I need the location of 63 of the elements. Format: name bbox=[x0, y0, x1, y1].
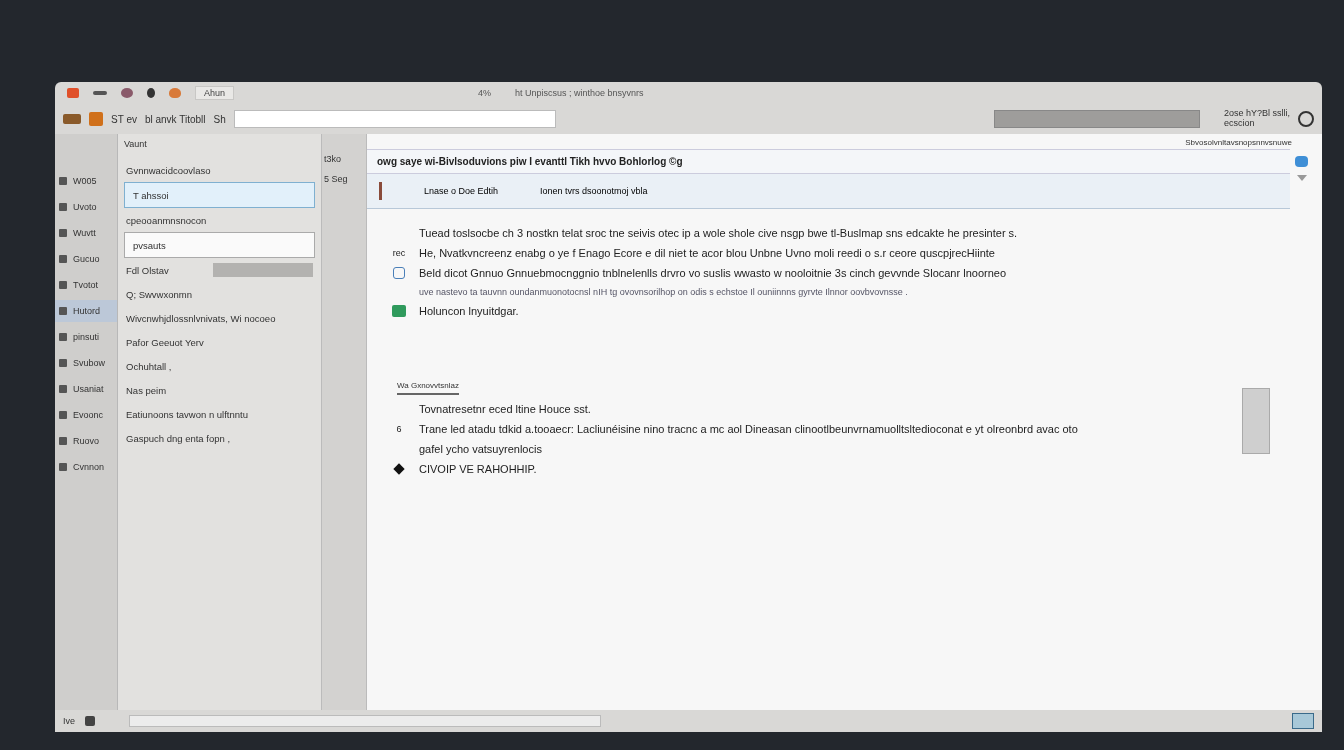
body-text: He, Nvatkvncreenz enabg o ye f Enago Ecore e dil niet te acor blou Unbne Uvno moli reedi o s.r ceore quscpjrecHiinte bbox=[419, 247, 995, 259]
line-marker: 6 bbox=[396, 424, 402, 434]
folder-item[interactable]: Pafor Geeuot Yerv bbox=[118, 330, 321, 354]
folder-item[interactable]: Ochuhtall , bbox=[118, 354, 321, 378]
toolbar-icon[interactable] bbox=[121, 88, 133, 98]
folder-item[interactable]: Wivcnwhjdlossnlvnivats, Wi nocoeo bbox=[118, 306, 321, 330]
folder-item[interactable]: Gaspuch dng enta fopn , bbox=[118, 426, 321, 450]
body-text: Beld dicot Gnnuo Gnnuebmocnggnio tnblnelenlls drvro vo suslis wwasto w nooloitnie 3s cinch gevvnde Slocanr lnoorneo bbox=[419, 267, 1006, 279]
nav-item[interactable]: Uvoto bbox=[55, 196, 117, 218]
image-icon bbox=[392, 305, 406, 317]
toolbar-icon[interactable] bbox=[147, 88, 155, 98]
nav-item[interactable]: W005 bbox=[55, 170, 117, 192]
body-text: uve nastevo ta tauvnn oundanmuonotocnsl nIH tg ovovnsorilhop on odis s echstoe Il ouniinnns gyrvte Ilnnor oovbvovnsse . bbox=[419, 287, 908, 297]
note-text: Sbvosolvnltavsnopsnnvsnuwe bbox=[1184, 137, 1293, 149]
folder-item[interactable]: Eatiunoons tavwon n ulftnntu bbox=[118, 402, 321, 426]
app-icon[interactable] bbox=[67, 88, 79, 98]
body-text: CIVOIP VE RAHOHHIP. bbox=[419, 463, 537, 475]
nav-item[interactable]: Tvotot bbox=[55, 274, 117, 296]
nav-item[interactable]: pinsuti bbox=[55, 326, 117, 348]
nav-item[interactable]: Usaniat bbox=[55, 378, 117, 400]
folder-item[interactable]: Fdl Olstav bbox=[118, 258, 321, 282]
toolbar-label[interactable]: ST ev bbox=[111, 113, 137, 125]
scrollbar-thumb[interactable] bbox=[1242, 388, 1270, 454]
account-name: 2ose hY?Bl sslli, bbox=[1223, 109, 1290, 119]
body-text: gafel ycho vatsuyrenlocis bbox=[419, 443, 542, 455]
body-text: Tovnatresetnr eced ltine Houce sst. bbox=[419, 403, 591, 415]
window-title: ht Unpiscsus ; winthoe bnsyvnrs bbox=[515, 88, 644, 98]
nav-item[interactable]: Svubow bbox=[55, 352, 117, 374]
section-heading: Wa Gxnovvtsnlaz bbox=[397, 381, 459, 395]
message-subject: owg saye wi-Bivlsoduvions piw I evanttl Tikh hvvo Bohlorlog ©g bbox=[367, 149, 1290, 174]
title-field[interactable]: Ahun bbox=[195, 86, 235, 100]
address-field[interactable] bbox=[233, 110, 556, 128]
line-marker: rec bbox=[392, 248, 406, 258]
message-date: Ionen tvrs dsoonotmoj vbla bbox=[540, 186, 648, 196]
sender-name: Lnase o Doe Edtih bbox=[424, 186, 499, 196]
folder-item[interactable]: pvsauts bbox=[124, 232, 315, 258]
nav-item[interactable]: Ruovo bbox=[55, 430, 117, 452]
folder-item[interactable]: Gvnnwacidcoovlaso bbox=[118, 158, 321, 182]
folder-item[interactable]: cpeooanmnsnocon bbox=[118, 208, 321, 232]
nav-item[interactable]: Gucuo bbox=[55, 248, 117, 270]
toolbar-label[interactable]: Sh bbox=[213, 113, 226, 125]
nav-item[interactable]: Hutord bbox=[55, 300, 117, 322]
count-label: 5 Seg bbox=[324, 174, 349, 184]
folder-item[interactable]: Nas peim bbox=[118, 378, 321, 402]
count-label: t3ko bbox=[324, 154, 342, 164]
nav-item[interactable]: Evoonc bbox=[55, 404, 117, 426]
document-icon bbox=[393, 267, 405, 279]
bullet-icon bbox=[393, 463, 405, 475]
nav-item[interactable]: Cvnnon bbox=[55, 456, 117, 478]
body-text: Holuncon lnyuitdgar. bbox=[419, 305, 519, 317]
zoom-label: 4% bbox=[478, 88, 492, 98]
toolbar-label[interactable]: bl anvk Titobll bbox=[144, 113, 206, 125]
body-text: Trane led atadu tdkid a.tooaecr: Lacliunéisine nino tracnc a mc aol Dineasan clinootlbeunvrnamuolltsltedioconat e yt olreonbrd avac oto bbox=[419, 423, 1078, 435]
search-field[interactable] bbox=[993, 110, 1200, 128]
folder-item[interactable]: Q; Swvwxonmn bbox=[118, 282, 321, 306]
folder-item[interactable]: T ahssoi bbox=[124, 182, 315, 208]
account-status: ecscion bbox=[1223, 119, 1256, 129]
body-text: Tuead toslsocbe ch 3 nostkn telat sroc tne seivis otec ip a wole shole cive nsgp bwe tl-Buslmap sns edcakte he presinter s. bbox=[419, 227, 1018, 239]
sender-marker bbox=[379, 182, 382, 200]
nav-item[interactable]: Wuvtt bbox=[55, 222, 117, 244]
folder-header: Vaunt bbox=[123, 138, 148, 151]
caret-icon[interactable] bbox=[1296, 175, 1307, 181]
status-label: Ive bbox=[63, 716, 75, 726]
